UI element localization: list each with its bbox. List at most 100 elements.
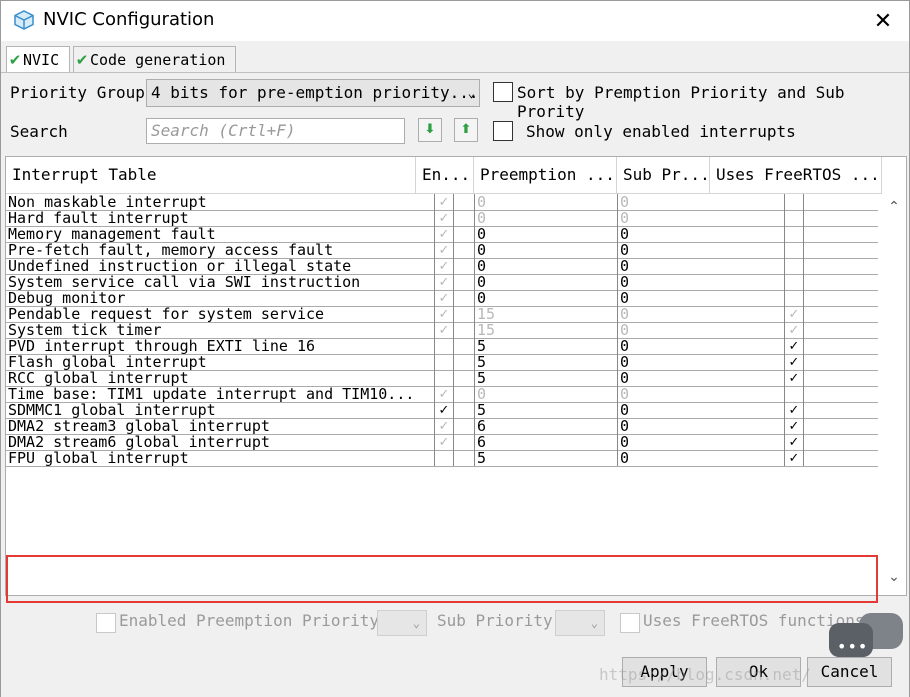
enabled-checkbox-cell[interactable]: ✓ [434,386,454,402]
enabled-checkbox[interactable] [96,613,116,633]
uses-freertos-checkbox[interactable] [620,613,640,633]
enabled-checkbox-cell[interactable]: ✓ [434,242,454,258]
uses-freertos-cell[interactable] [784,194,804,210]
sub-priority-cell[interactable]: 0 [617,434,710,450]
column-header-preemption[interactable]: Preemption ... [474,157,617,193]
preemption-priority-cell[interactable]: 15 [474,306,617,322]
enabled-checkbox-cell[interactable]: ✓ [434,306,454,322]
tab-code-generation[interactable]: ✔ Code generation [73,46,236,73]
sub-priority-select[interactable]: ⌄ [555,610,605,636]
table-row[interactable]: PVD interrupt through EXTI line 16 5 0 ✓ [6,338,878,355]
table-row[interactable]: System service call via SWI instruction ✓… [6,274,878,291]
preemption-priority-cell[interactable]: 6 [474,418,617,434]
enabled-checkbox-cell[interactable] [434,354,454,370]
uses-freertos-cell[interactable]: ✓ [784,354,804,370]
preemption-priority-cell[interactable]: 6 [474,434,617,450]
sub-priority-cell[interactable]: 0 [617,322,710,338]
sub-priority-cell[interactable]: 0 [617,210,710,226]
table-row[interactable]: DMA2 stream3 global interrupt ✓ 6 0 ✓ [6,418,878,435]
preemption-priority-cell[interactable]: 5 [474,402,617,418]
sub-priority-cell[interactable]: 0 [617,402,710,418]
uses-freertos-cell[interactable]: ✓ [784,306,804,322]
priority-group-select[interactable]: 4 bits for pre-emption priority... ⌄ [146,79,480,107]
enabled-checkbox-cell[interactable] [434,338,454,354]
uses-freertos-cell[interactable] [784,242,804,258]
table-row[interactable]: Pendable request for system service ✓ 15 0 ✓ [6,306,878,323]
sub-priority-cell[interactable]: 0 [617,386,710,402]
scroll-down-icon[interactable]: ⌄ [884,569,904,585]
table-row[interactable]: Time base: TIM1 update interrupt and TIM… [6,386,878,403]
column-header-interrupt[interactable]: Interrupt Table [6,157,416,193]
enabled-checkbox-cell[interactable]: ✓ [434,194,454,210]
uses-freertos-cell[interactable]: ✓ [784,370,804,386]
sub-priority-cell[interactable]: 0 [617,370,710,386]
enabled-checkbox-cell[interactable]: ✓ [434,258,454,274]
table-row[interactable]: Hard fault interrupt ✓ 0 0 [6,210,878,227]
show-enabled-checkbox[interactable] [493,121,513,141]
sub-priority-cell[interactable]: 0 [617,226,710,242]
enabled-checkbox-cell[interactable]: ✓ [434,274,454,290]
preemption-priority-cell[interactable]: 0 [474,258,617,274]
uses-freertos-cell[interactable] [784,274,804,290]
table-row[interactable]: RCC global interrupt 5 0 ✓ [6,370,878,387]
table-row[interactable]: Memory management fault ✓ 0 0 [6,226,878,243]
preemption-priority-cell[interactable]: 15 [474,322,617,338]
column-header-uses-freertos[interactable]: Uses FreeRTOS ... [710,157,882,193]
sub-priority-cell[interactable]: 0 [617,242,710,258]
sub-priority-cell[interactable]: 0 [617,258,710,274]
search-input[interactable]: Search (Crtl+F) [146,118,405,144]
sub-priority-cell[interactable]: 0 [617,450,710,466]
table-row[interactable]: Non maskable interrupt ✓ 0 0 [6,194,878,211]
enabled-checkbox-cell[interactable]: ✓ [434,290,454,306]
uses-freertos-cell[interactable]: ✓ [784,322,804,338]
enabled-checkbox-cell[interactable]: ✓ [434,418,454,434]
table-row[interactable]: DMA2 stream6 global interrupt ✓ 6 0 ✓ [6,434,878,451]
sub-priority-cell[interactable]: 0 [617,354,710,370]
preemption-priority-cell[interactable]: 5 [474,338,617,354]
tab-nvic[interactable]: ✔ NVIC [6,46,70,73]
preemption-priority-cell[interactable]: 0 [474,242,617,258]
preemption-priority-cell[interactable]: 0 [474,210,617,226]
uses-freertos-cell[interactable]: ✓ [784,450,804,466]
preemption-priority-cell[interactable]: 0 [474,290,617,306]
uses-freertos-cell[interactable]: ✓ [784,434,804,450]
uses-freertos-cell[interactable] [784,386,804,402]
uses-freertos-cell[interactable]: ✓ [784,338,804,354]
preemption-priority-cell[interactable]: 5 [474,354,617,370]
sub-priority-cell[interactable]: 0 [617,274,710,290]
preemption-priority-select[interactable]: ⌄ [377,610,427,636]
sub-priority-cell[interactable]: 0 [617,290,710,306]
uses-freertos-cell[interactable] [784,210,804,226]
uses-freertos-cell[interactable] [784,290,804,306]
sub-priority-cell[interactable]: 0 [617,306,710,322]
uses-freertos-cell[interactable] [784,258,804,274]
table-row[interactable]: System tick timer ✓ 15 0 ✓ [6,322,878,339]
table-row[interactable]: FPU global interrupt 5 0 ✓ [6,450,878,467]
search-next-button[interactable]: ⬇ [418,118,442,142]
enabled-checkbox-cell[interactable]: ✓ [434,434,454,450]
uses-freertos-cell[interactable]: ✓ [784,418,804,434]
vertical-scrollbar[interactable]: ⌃ ⌄ [884,193,904,593]
table-row[interactable]: Pre-fetch fault, memory access fault ✓ 0 0 [6,242,878,259]
preemption-priority-cell[interactable]: 0 [474,194,617,210]
close-icon[interactable]: ✕ [863,7,903,37]
table-row[interactable]: Flash global interrupt 5 0 ✓ [6,354,878,371]
preemption-priority-cell[interactable]: 0 [474,386,617,402]
preemption-priority-cell[interactable]: 5 [474,370,617,386]
enabled-checkbox-cell[interactable] [434,370,454,386]
table-row[interactable]: Debug monitor ✓ 0 0 [6,290,878,307]
sort-checkbox[interactable] [493,82,513,102]
uses-freertos-cell[interactable] [784,226,804,242]
preemption-priority-cell[interactable]: 5 [474,450,617,466]
preemption-priority-cell[interactable]: 0 [474,226,617,242]
scroll-up-icon[interactable]: ⌃ [884,199,904,215]
preemption-priority-cell[interactable]: 0 [474,274,617,290]
column-header-enabled[interactable]: En... [416,157,474,193]
chat-icon[interactable]: ••• [829,613,903,665]
enabled-checkbox-cell[interactable]: ✓ [434,226,454,242]
enabled-checkbox-cell[interactable]: ✓ [434,210,454,226]
search-previous-button[interactable]: ⬆ [454,118,478,142]
uses-freertos-cell[interactable]: ✓ [784,402,804,418]
sub-priority-cell[interactable]: 0 [617,418,710,434]
column-header-sub-priority[interactable]: Sub Pr... [617,157,710,193]
